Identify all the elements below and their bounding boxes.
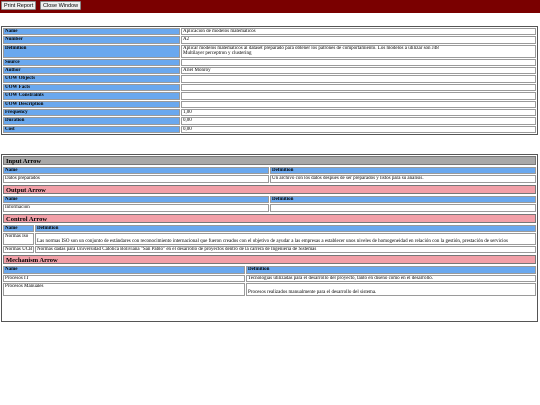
detail-value-line: Ariel Monroy <box>183 68 211 74</box>
detail-label-cost: Cost <box>3 125 180 134</box>
top-toolbar: Print Report Close Window <box>0 0 540 13</box>
detail-label-frequency: Frequency <box>3 109 180 117</box>
input-row-name: Datos preparados <box>3 175 269 183</box>
details-table: Name Aplicacion de modelos matematicos Num… <box>2 27 537 134</box>
mechanism-row-name: Procesos IT <box>3 274 245 283</box>
output-row-definition <box>270 204 536 212</box>
mechanism-col-name: Name <box>3 266 245 274</box>
detail-value-cost: 0,00 <box>181 125 536 134</box>
detail-value-line <box>183 60 534 65</box>
input-arrow-table: Name Definition Datos preparados Un arch… <box>2 166 537 184</box>
detail-label-duration: Duration <box>3 117 180 125</box>
output-arrow-title: Output Arrow <box>3 184 536 194</box>
control-arrow-title: Control Arrow <box>3 213 536 223</box>
detail-value-line: A2 <box>183 37 190 43</box>
detail-row: Definition Aplicar modelos matematicos al… <box>3 44 536 58</box>
detail-value-uow-description <box>181 100 536 109</box>
table-row: Procesos IT Tecnologias utilizadas para … <box>3 274 536 283</box>
detail-value-line: Multilayer perceptron y clustering <box>183 51 252 57</box>
mechanism-row-definition: Procesos realizados manualmente para el … <box>246 283 536 297</box>
detail-value-name: Aplicacion de modelos matematicos <box>181 28 536 36</box>
control-row-definition: Normas dadas para Universidad Católica B… <box>35 246 536 254</box>
detail-label-uow-objects: UOW Objects <box>3 75 180 83</box>
detail-label-uow-constraints: UOW Constraints <box>3 92 180 100</box>
table-row: Normas Iso Las normas ISO son un conjunt… <box>3 233 536 246</box>
detail-label-definition: Definition <box>3 44 180 58</box>
detail-value-uow-objects <box>181 75 536 83</box>
detail-row: Frequency 1,00 <box>3 109 536 117</box>
detail-row: Author Ariel Monroy <box>3 67 536 75</box>
detail-value-author: Ariel Monroy <box>181 67 536 75</box>
table-row: Normas UCB Normas dadas para Universidad… <box>3 246 536 254</box>
detail-value-source <box>181 58 536 67</box>
mechanism-arrow-title: Mechanism Arrow <box>3 255 536 265</box>
control-arrow-table: Name Definition Normas Iso Las normas IS… <box>2 224 537 255</box>
control-row-definition: Las normas ISO son un conjunto de estánd… <box>35 233 536 246</box>
detail-value-frequency: 1,00 <box>181 109 536 117</box>
control-col-name: Name <box>3 224 34 233</box>
detail-label-uow-description: UOW Description <box>3 100 180 109</box>
control-row-name: Normas UCB <box>3 246 34 254</box>
input-col-definition: Definition <box>270 167 536 175</box>
output-col-definition: Definition <box>270 195 536 204</box>
input-col-name: Name <box>3 167 269 175</box>
detail-row: UOW Description <box>3 100 536 109</box>
detail-value-line <box>183 85 534 90</box>
print-report-button[interactable]: Print Report <box>1 1 37 10</box>
detail-label-name: Name <box>3 28 180 36</box>
table-row: Datos preparados Un archivo con los dato… <box>3 175 536 183</box>
mechanism-row-definition: Tecnologias utilizadas para el desarroll… <box>246 274 536 283</box>
table-row: Informacion <box>3 204 536 212</box>
detail-row: UOW Facts <box>3 83 536 92</box>
detail-value-uow-facts <box>181 83 536 92</box>
arrows-panel: Input Arrow Name Definition Datos prepar… <box>1 154 538 322</box>
control-row-name: Normas Iso <box>3 233 34 246</box>
input-arrow-title: Input Arrow <box>3 156 536 165</box>
mechanism-row-name: Procesos Manuales <box>3 283 245 297</box>
detail-row: Source <box>3 58 536 67</box>
detail-value-line <box>183 93 534 98</box>
detail-value-line: 0,00 <box>183 118 192 124</box>
table-row: Procesos Manuales Procesos realizados ma… <box>3 283 536 297</box>
detail-label-source: Source <box>3 58 180 67</box>
detail-row: Duration 0,00 <box>3 117 536 125</box>
mechanism-arrow-table: Name Definition Procesos IT Tecnologias … <box>2 265 537 297</box>
detail-value-line: 1,00 <box>183 110 192 116</box>
output-arrow-table: Name Definition Informacion <box>2 195 537 213</box>
detail-value-uow-constraints <box>181 92 536 100</box>
detail-row: Number A2 <box>3 36 536 44</box>
detail-value-line: Aplicacion de modelos matematicos <box>183 29 256 34</box>
detail-label-uow-facts: UOW Facts <box>3 83 180 92</box>
detail-value-number: A2 <box>181 36 536 44</box>
details-panel: Name Aplicacion de modelos matematicos Num… <box>1 26 538 136</box>
close-window-button[interactable]: Close Window <box>40 1 82 10</box>
output-col-name: Name <box>3 195 269 204</box>
mechanism-col-definition: Definition <box>246 266 536 274</box>
detail-value-definition: Aplicar modelos matematicos al dataset p… <box>181 44 536 58</box>
detail-value-line: 0,00 <box>183 126 192 132</box>
detail-row: Name Aplicacion de modelos matematicos <box>3 28 536 36</box>
detail-label-number: Number <box>3 36 180 44</box>
control-col-definition: Definition <box>35 224 536 233</box>
input-row-definition: Un archivo con los datos despues de ser … <box>270 175 536 183</box>
detail-label-author: Author <box>3 67 180 75</box>
detail-value-line <box>183 76 534 81</box>
detail-row: Cost 0,00 <box>3 125 536 134</box>
detail-value-line <box>183 102 534 107</box>
detail-row: UOW Objects <box>3 75 536 83</box>
detail-row: UOW Constraints <box>3 92 536 100</box>
detail-value-duration: 0,00 <box>181 117 536 125</box>
output-row-name: Informacion <box>3 204 269 212</box>
